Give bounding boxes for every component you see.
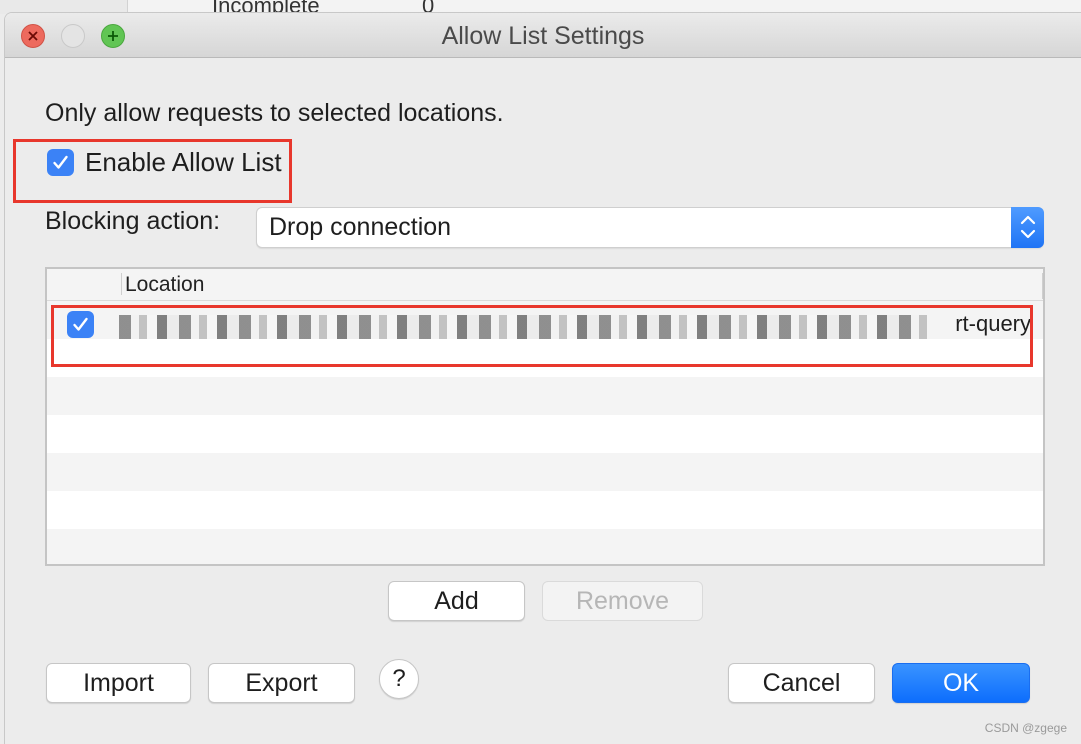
help-button[interactable]: ? [379,659,419,699]
table-header: Location [47,269,1043,301]
column-separator [1042,273,1043,299]
table-row[interactable] [47,377,1043,415]
location-enabled-checkbox[interactable] [67,311,94,338]
blocking-action-value: Drop connection [269,213,452,241]
select-stepper[interactable] [1011,207,1044,248]
table-row[interactable] [47,415,1043,453]
checkmark-icon [53,155,68,169]
chevron-up-down-icon [1020,215,1036,239]
table-row[interactable] [47,491,1043,529]
column-separator[interactable] [121,273,122,295]
import-button[interactable]: Import [46,663,191,703]
window-title: Allow List Settings [441,22,645,50]
question-mark-icon: ? [392,665,406,692]
table-row[interactable] [47,529,1043,564]
locations-table: Location rt-query [45,267,1045,566]
enable-allow-list-checkbox[interactable] [47,149,74,176]
cancel-button[interactable]: Cancel [728,663,875,703]
blocking-action-label: Blocking action: [45,207,221,235]
title-bar: Allow List Settings [5,13,1081,58]
export-button[interactable]: Export [208,663,355,703]
watermark: CSDN @zgege [984,721,1067,735]
enable-allow-list-option[interactable]: Enable Allow List [47,147,282,178]
enable-allow-list-label: Enable Allow List [85,147,282,177]
location-text[interactable]: rt-query [119,311,1031,337]
ok-button[interactable]: OK [892,663,1030,703]
allow-list-settings-dialog: Allow List Settings Only allow requests … [4,12,1081,744]
description-text: Only allow requests to selected location… [45,99,504,127]
remove-button[interactable]: Remove [542,581,703,621]
table-row[interactable] [47,453,1043,491]
blocking-action-row: Blocking action: [45,207,220,236]
blocking-action-select[interactable]: Drop connection [256,207,1044,248]
add-button[interactable]: Add [388,581,525,621]
checkmark-icon [73,317,88,331]
table-row[interactable] [47,339,1043,377]
column-header-location[interactable]: Location [125,273,204,297]
